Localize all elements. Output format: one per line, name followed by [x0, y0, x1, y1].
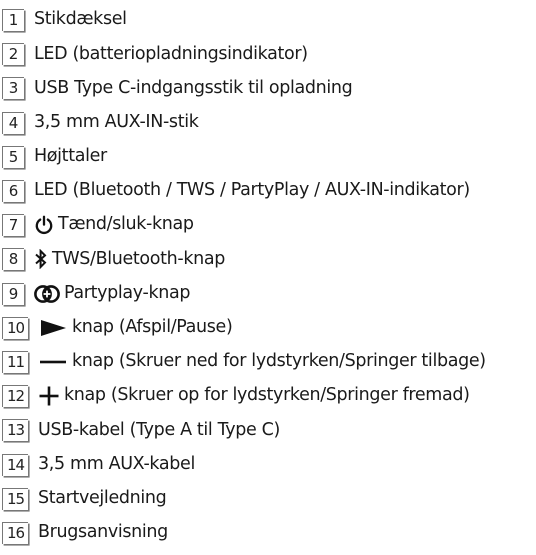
list-item: 5 Højttaler [0, 140, 536, 174]
list-item: 16 Brugsanvisning [0, 516, 536, 550]
item-number-badge: 2 [2, 43, 24, 66]
item-label: Startvejledning [38, 487, 167, 508]
list-item: 13 USB-kabel (Type A til Type C) [0, 413, 536, 447]
item-number-badge: 16 [2, 521, 28, 544]
item-label: LED (Bluetooth / TWS / PartyPlay / AUX-I… [34, 180, 470, 201]
list-item: 6 LED (Bluetooth / TWS / PartyPlay / AUX-… [0, 174, 536, 208]
list-item: 12 knap (Skruer op for lydstyrken/Springe… [0, 379, 536, 413]
plus-icon [38, 386, 60, 406]
item-number-badge: 15 [2, 487, 28, 510]
item-number-badge: 5 [2, 145, 24, 168]
list-item: 9 Partyplay-knap [0, 277, 536, 311]
item-number-badge: 1 [2, 9, 24, 32]
list-item: 15 Startvejledning [0, 482, 536, 516]
item-label: knap (Skruer op for lydstyrken/Springer … [64, 385, 470, 406]
item-label: 3,5 mm AUX-kabel [38, 453, 195, 474]
play-icon [38, 318, 68, 338]
item-number-badge: 13 [2, 419, 28, 442]
item-label: knap (Skruer ned for lydstyrken/Springer… [72, 351, 486, 372]
item-label: Stikdæksel [34, 9, 127, 30]
item-label: TWS/Bluetooth-knap [52, 248, 226, 269]
item-number-badge: 10 [2, 316, 28, 339]
item-label: Brugsanvisning [38, 522, 168, 543]
item-number-badge: 12 [2, 385, 28, 408]
item-label: USB Type C-indgangsstik til opladning [34, 77, 353, 98]
item-number-badge: 11 [2, 350, 28, 373]
list-item: 8 TWS/Bluetooth-knap [0, 242, 536, 276]
minus-icon [38, 352, 68, 372]
item-label: 3,5 mm AUX-IN-stik [34, 111, 199, 132]
list-item: 4 3,5 mm AUX-IN-stik [0, 106, 536, 140]
item-number-badge: 3 [2, 77, 24, 100]
item-number-badge: 4 [2, 111, 24, 134]
item-number-badge: 8 [2, 248, 24, 271]
item-number-badge: 9 [2, 282, 24, 305]
bluetooth-icon [34, 249, 48, 270]
list-item: 1 Stikdæksel [0, 3, 536, 37]
list-item: 11 knap (Skruer ned for lydstyrken/Spring… [0, 345, 536, 379]
list-item: 2 LED (batteriopladningsindikator) [0, 37, 536, 71]
item-label: Partyplay-knap [64, 282, 191, 303]
list-item: 10 knap (Afspil/Pause) [0, 311, 536, 345]
parts-list: 1 Stikdæksel 2 LED (batteriopladningsindika… [0, 0, 536, 555]
item-label: Tænd/sluk-knap [58, 214, 194, 235]
item-label: USB-kabel (Type A til Type C) [38, 419, 281, 440]
item-label: knap (Afspil/Pause) [72, 317, 233, 338]
item-number-badge: 14 [2, 453, 28, 476]
list-item: 7 Tænd/sluk-knap [0, 208, 536, 242]
item-label: LED (batteriopladningsindikator) [34, 43, 308, 64]
power-icon [34, 215, 54, 235]
partyplay-icon [34, 284, 60, 304]
item-number-badge: 7 [2, 214, 24, 237]
list-item: 14 3,5 mm AUX-kabel [0, 447, 536, 481]
list-item: 3 USB Type C-indgangsstik til opladning [0, 71, 536, 105]
item-label: Højttaler [34, 146, 107, 167]
item-number-badge: 6 [2, 180, 24, 203]
